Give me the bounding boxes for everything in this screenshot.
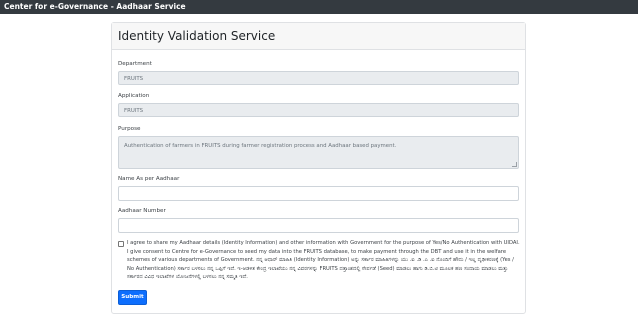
top-navbar: Center for e-Governance - Aadhaar Servic…: [0, 0, 638, 14]
consent-text: I agree to share my Aadhaar details (Ide…: [127, 239, 520, 282]
card-header: Identity Validation Service: [112, 23, 525, 50]
resize-handle-icon[interactable]: [512, 162, 517, 167]
page-title: Identity Validation Service: [118, 29, 276, 43]
name-label: Name As per Aadhaar: [118, 176, 180, 182]
purpose-textarea: Authentication of farmers in FRUITS duri…: [118, 136, 519, 169]
department-field: FRUITS: [118, 71, 519, 85]
consent-checkbox[interactable]: [118, 241, 124, 247]
purpose-label: Purpose: [118, 126, 141, 132]
department-label: Department: [118, 61, 152, 67]
purpose-text: Authentication of farmers in FRUITS duri…: [124, 143, 397, 149]
aadhaar-number-label: Aadhaar Number: [118, 208, 166, 214]
application-field: FRUITS: [118, 103, 519, 117]
application-label: Application: [118, 93, 150, 99]
aadhaar-number-input[interactable]: [118, 218, 519, 233]
name-input[interactable]: [118, 186, 519, 201]
identity-validation-card: Identity Validation Service Department F…: [111, 22, 526, 314]
navbar-brand[interactable]: Center for e-Governance - Aadhaar Servic…: [4, 1, 186, 13]
submit-button[interactable]: Submit: [118, 290, 147, 305]
